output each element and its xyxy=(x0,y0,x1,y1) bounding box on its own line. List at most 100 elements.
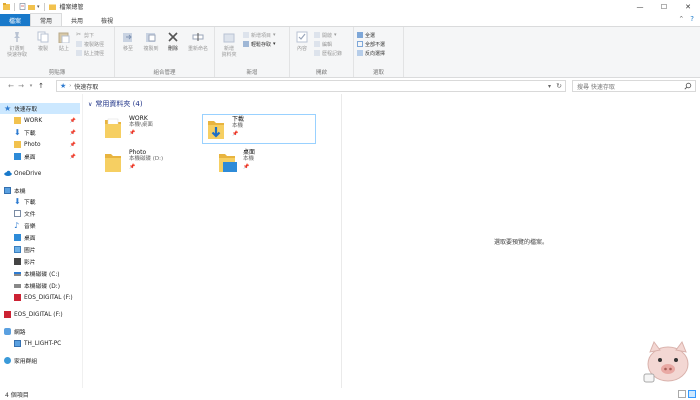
folder-title-icon xyxy=(48,3,56,10)
new-group-label: 新增 xyxy=(246,70,258,76)
pin-icon: 📌 xyxy=(243,164,250,170)
invert-selection-icon xyxy=(357,50,363,56)
status-bar: 4 個項目 xyxy=(0,388,700,400)
delete-icon xyxy=(166,30,180,44)
properties-icon[interactable] xyxy=(19,3,26,10)
customize-quick-access-icon[interactable]: ▾ xyxy=(37,4,40,10)
nav-pinned-desktop[interactable]: 桌面 📌 xyxy=(0,151,80,162)
drive-icon xyxy=(14,271,21,276)
frequent-folders-header[interactable]: ∨ 常用資料夾 (4) xyxy=(88,99,143,109)
tile-work[interactable]: WORK 本機\桌面 📌 xyxy=(100,114,210,144)
nav-pc-videos[interactable]: 影片 xyxy=(0,256,80,267)
select-none-button[interactable]: 全部不選 xyxy=(357,40,385,48)
nav-pc-pictures[interactable]: 圖片 xyxy=(0,244,80,255)
nav-this-pc[interactable]: 本機 xyxy=(0,185,80,196)
minimize-icon[interactable]: — xyxy=(628,0,652,13)
desktop-icon xyxy=(14,153,21,160)
history-button[interactable]: 歷程記錄 xyxy=(314,49,342,57)
tab-file[interactable]: 檔案 xyxy=(0,14,31,26)
pane-divider[interactable] xyxy=(82,94,83,388)
picture-icon xyxy=(14,246,21,253)
copy-to-icon xyxy=(144,30,158,44)
pig-mascot-watermark xyxy=(638,336,696,386)
ribbon-tabs: 檔案 常用 共用 檢視 ⌃ ? xyxy=(0,13,700,26)
select-all-button[interactable]: 全選 xyxy=(357,31,385,39)
collapse-ribbon-icon[interactable]: ⌃ xyxy=(678,15,684,23)
network-icon xyxy=(4,328,11,335)
nav-pc-drive-d[interactable]: 本機磁碟 (D:) xyxy=(0,280,80,291)
large-icons-view-icon[interactable] xyxy=(688,390,696,398)
new-folder-quick-icon[interactable] xyxy=(28,3,35,10)
nav-pc-drive-c[interactable]: 本機磁碟 (C:) xyxy=(0,268,80,279)
nav-pinned-downloads[interactable]: ⬇ 下載 📌 xyxy=(0,127,80,138)
computer-icon xyxy=(14,340,21,347)
nav-onedrive[interactable]: OneDrive xyxy=(0,168,80,179)
tab-home[interactable]: 常用 xyxy=(30,13,63,26)
cut-icon: ✂ xyxy=(76,31,82,38)
select-all-icon xyxy=(357,32,363,38)
nav-pc-desktop[interactable]: 桌面 xyxy=(0,232,80,243)
computer-icon xyxy=(4,187,11,194)
new-item-icon xyxy=(243,32,249,38)
nav-network[interactable]: 網路 xyxy=(0,326,80,337)
sdcard-icon xyxy=(14,294,21,301)
ribbon: 釘選到 快速存取 複製 貼上 ✂ 剪下 複製路徑 貼上捷徑 剪貼簿 移至 複製到… xyxy=(0,26,700,78)
search-input[interactable]: 搜尋 快速存取 xyxy=(572,80,696,92)
maximize-icon[interactable]: ☐ xyxy=(652,0,676,13)
tile-name: 下載 xyxy=(232,116,245,123)
tile-info: 桌面 本機 📌 xyxy=(243,148,255,171)
nav-pc-eos-digital[interactable]: EOS_DIGITAL (F:) xyxy=(0,292,80,303)
tab-share[interactable]: 共用 xyxy=(62,14,92,26)
nav-pc-documents[interactable]: 文件 xyxy=(0,208,80,219)
path-chevron-icon: › xyxy=(69,83,72,89)
nav-pc-music[interactable]: ♪ 音樂 xyxy=(0,220,80,231)
preview-message: 選取要預覽的檔案。 xyxy=(493,239,548,246)
clipboard-group-label: 剪貼簿 xyxy=(48,70,66,76)
tile-location: 本機 xyxy=(232,123,244,129)
new-item-button[interactable]: 新增項目 ▾ xyxy=(243,31,276,39)
recent-locations-icon[interactable]: ▾ xyxy=(26,80,36,92)
up-icon[interactable]: ↑ xyxy=(36,80,46,92)
cut-button[interactable]: ✂ 剪下 xyxy=(76,31,104,39)
select-group-label: 選取 xyxy=(372,70,384,76)
folder-icon xyxy=(103,150,123,174)
new-folder-icon xyxy=(222,30,236,44)
tab-view[interactable]: 檢視 xyxy=(92,14,122,26)
address-path: 快速存取 xyxy=(74,83,99,91)
sdcard-icon xyxy=(4,311,11,318)
rename-icon xyxy=(191,30,205,44)
tile-photo[interactable]: Photo 本機磁碟 (D:) 📌 xyxy=(100,148,210,178)
nav-eos-digital[interactable]: EOS_DIGITAL (F:) xyxy=(0,309,80,320)
search-placeholder: 搜尋 快速存取 xyxy=(577,83,615,91)
nav-pc-downloads[interactable]: ⬇ 下載 xyxy=(0,196,80,207)
invert-selection-button[interactable]: 反向選擇 xyxy=(357,49,385,57)
paste-shortcut-button[interactable]: 貼上捷徑 xyxy=(76,49,104,57)
address-bar[interactable]: ★ › 快速存取 ▾ ↻ xyxy=(56,80,566,92)
nav-pinned-photo[interactable]: Photo 📌 xyxy=(0,139,80,150)
nav-network-pc[interactable]: TH_LIGHT-PC xyxy=(0,338,80,349)
window-title: 檔案總管 xyxy=(59,4,84,11)
nav-pinned-work[interactable]: WORK 📌 xyxy=(0,115,80,126)
tile-location: 本機 xyxy=(243,156,255,162)
select-group: 全選 全部不選 反向選擇 選取 xyxy=(354,27,404,77)
drive-icon xyxy=(14,283,21,288)
nav-homegroup[interactable]: 家用群組 xyxy=(0,355,80,366)
nav-quick-access[interactable]: ★ 快速存取 xyxy=(0,103,80,114)
forward-icon[interactable]: → xyxy=(16,80,26,92)
address-dropdown-icon[interactable]: ▾ xyxy=(548,83,551,90)
help-icon[interactable]: ? xyxy=(690,15,694,23)
easy-access-button[interactable]: 輕鬆存取 ▾ xyxy=(243,40,276,48)
tile-desktop[interactable]: 桌面 本機 📌 xyxy=(214,148,324,178)
refresh-icon[interactable]: ↻ xyxy=(556,82,562,90)
homegroup-icon xyxy=(4,357,11,364)
pin-icon: 📌 xyxy=(129,130,136,136)
open-button[interactable]: 開啟 ▾ xyxy=(314,31,342,39)
download-icon: ⬇ xyxy=(14,197,21,206)
tile-info: 下載 本機 📌 xyxy=(232,115,244,138)
details-view-icon[interactable] xyxy=(678,390,686,398)
back-icon[interactable]: ← xyxy=(6,80,16,92)
tile-downloads[interactable]: 下載 本機 📌 xyxy=(202,114,316,144)
edit-button[interactable]: 編輯 xyxy=(314,40,342,48)
copy-path-button[interactable]: 複製路徑 xyxy=(76,40,104,48)
close-icon[interactable]: ✕ xyxy=(676,0,700,13)
